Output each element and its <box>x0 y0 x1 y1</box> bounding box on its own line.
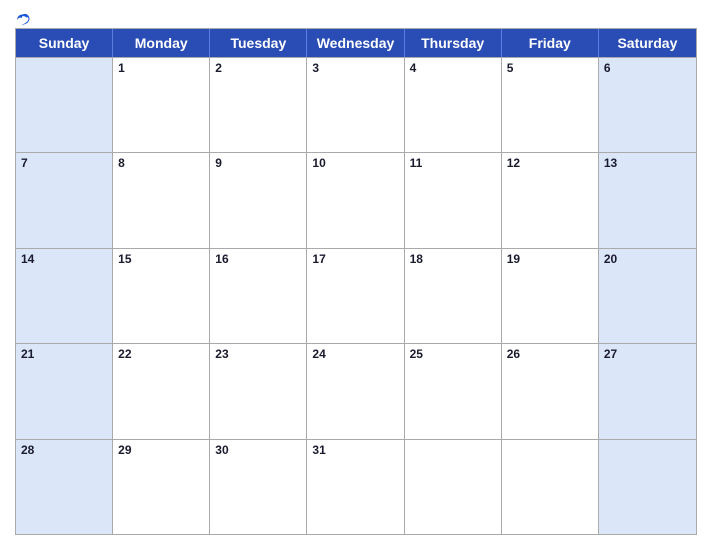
day-cell-17: 17 <box>307 249 404 343</box>
day-cell-9: 9 <box>210 153 307 247</box>
day-cell-15: 15 <box>113 249 210 343</box>
day-cell-empty <box>405 440 502 534</box>
calendar-weeks: 1234567891011121314151617181920212223242… <box>16 57 696 534</box>
day-number: 26 <box>507 347 520 361</box>
day-cell-11: 11 <box>405 153 502 247</box>
day-header-thursday: Thursday <box>405 29 502 57</box>
day-header-saturday: Saturday <box>599 29 696 57</box>
logo-area <box>15 12 33 28</box>
day-cell-28: 28 <box>16 440 113 534</box>
day-number: 19 <box>507 252 520 266</box>
day-cell-26: 26 <box>502 344 599 438</box>
day-cell-27: 27 <box>599 344 696 438</box>
day-number: 7 <box>21 156 28 170</box>
logo-bird-icon <box>15 12 31 28</box>
day-cell-16: 16 <box>210 249 307 343</box>
day-number: 27 <box>604 347 617 361</box>
day-header-friday: Friday <box>502 29 599 57</box>
day-number: 14 <box>21 252 34 266</box>
day-cell-empty <box>599 440 696 534</box>
day-cell-31: 31 <box>307 440 404 534</box>
day-number: 28 <box>21 443 34 457</box>
day-cell-7: 7 <box>16 153 113 247</box>
day-number: 24 <box>312 347 325 361</box>
day-cell-10: 10 <box>307 153 404 247</box>
day-cell-21: 21 <box>16 344 113 438</box>
day-number: 21 <box>21 347 34 361</box>
day-number: 17 <box>312 252 325 266</box>
day-number: 22 <box>118 347 131 361</box>
day-number: 9 <box>215 156 222 170</box>
day-number: 16 <box>215 252 228 266</box>
day-cell-25: 25 <box>405 344 502 438</box>
day-number: 10 <box>312 156 325 170</box>
day-cell-empty <box>16 58 113 152</box>
day-cell-13: 13 <box>599 153 696 247</box>
day-cell-3: 3 <box>307 58 404 152</box>
day-header-wednesday: Wednesday <box>307 29 404 57</box>
day-cell-22: 22 <box>113 344 210 438</box>
day-number: 31 <box>312 443 325 457</box>
day-cell-12: 12 <box>502 153 599 247</box>
week-row-1: 1 2 3 4 5 6 <box>16 57 696 152</box>
day-header-tuesday: Tuesday <box>210 29 307 57</box>
day-cell-5: 5 <box>502 58 599 152</box>
day-number: 13 <box>604 156 617 170</box>
calendar-wrapper: SundayMondayTuesdayWednesdayThursdayFrid… <box>0 0 712 550</box>
day-number: 3 <box>312 61 319 75</box>
calendar-grid: SundayMondayTuesdayWednesdayThursdayFrid… <box>15 28 697 535</box>
day-cell-empty <box>502 440 599 534</box>
day-cell-8: 8 <box>113 153 210 247</box>
day-number: 11 <box>410 156 423 170</box>
day-cell-19: 19 <box>502 249 599 343</box>
logo-blue-text <box>15 12 33 28</box>
day-number: 23 <box>215 347 228 361</box>
day-cell-24: 24 <box>307 344 404 438</box>
day-cell-6: 6 <box>599 58 696 152</box>
calendar-header <box>15 10 697 28</box>
day-cell-29: 29 <box>113 440 210 534</box>
week-row-5: 28 29 30 31 <box>16 439 696 534</box>
day-number: 20 <box>604 252 617 266</box>
day-number: 30 <box>215 443 228 457</box>
day-number: 29 <box>118 443 131 457</box>
day-cell-30: 30 <box>210 440 307 534</box>
day-cell-14: 14 <box>16 249 113 343</box>
day-header-sunday: Sunday <box>16 29 113 57</box>
day-headers-row: SundayMondayTuesdayWednesdayThursdayFrid… <box>16 29 696 57</box>
day-number: 18 <box>410 252 423 266</box>
day-cell-20: 20 <box>599 249 696 343</box>
day-number: 4 <box>410 61 417 75</box>
week-row-3: 14 15 16 17 18 19 20 <box>16 248 696 343</box>
day-cell-2: 2 <box>210 58 307 152</box>
day-number: 25 <box>410 347 423 361</box>
day-number: 6 <box>604 61 611 75</box>
day-cell-4: 4 <box>405 58 502 152</box>
day-cell-1: 1 <box>113 58 210 152</box>
day-number: 1 <box>118 61 125 75</box>
day-number: 8 <box>118 156 125 170</box>
day-cell-18: 18 <box>405 249 502 343</box>
day-number: 2 <box>215 61 222 75</box>
day-header-monday: Monday <box>113 29 210 57</box>
day-number: 15 <box>118 252 131 266</box>
week-row-2: 7 8 9 10 11 12 13 <box>16 152 696 247</box>
week-row-4: 21 22 23 24 25 26 27 <box>16 343 696 438</box>
day-cell-23: 23 <box>210 344 307 438</box>
day-number: 5 <box>507 61 514 75</box>
day-number: 12 <box>507 156 520 170</box>
